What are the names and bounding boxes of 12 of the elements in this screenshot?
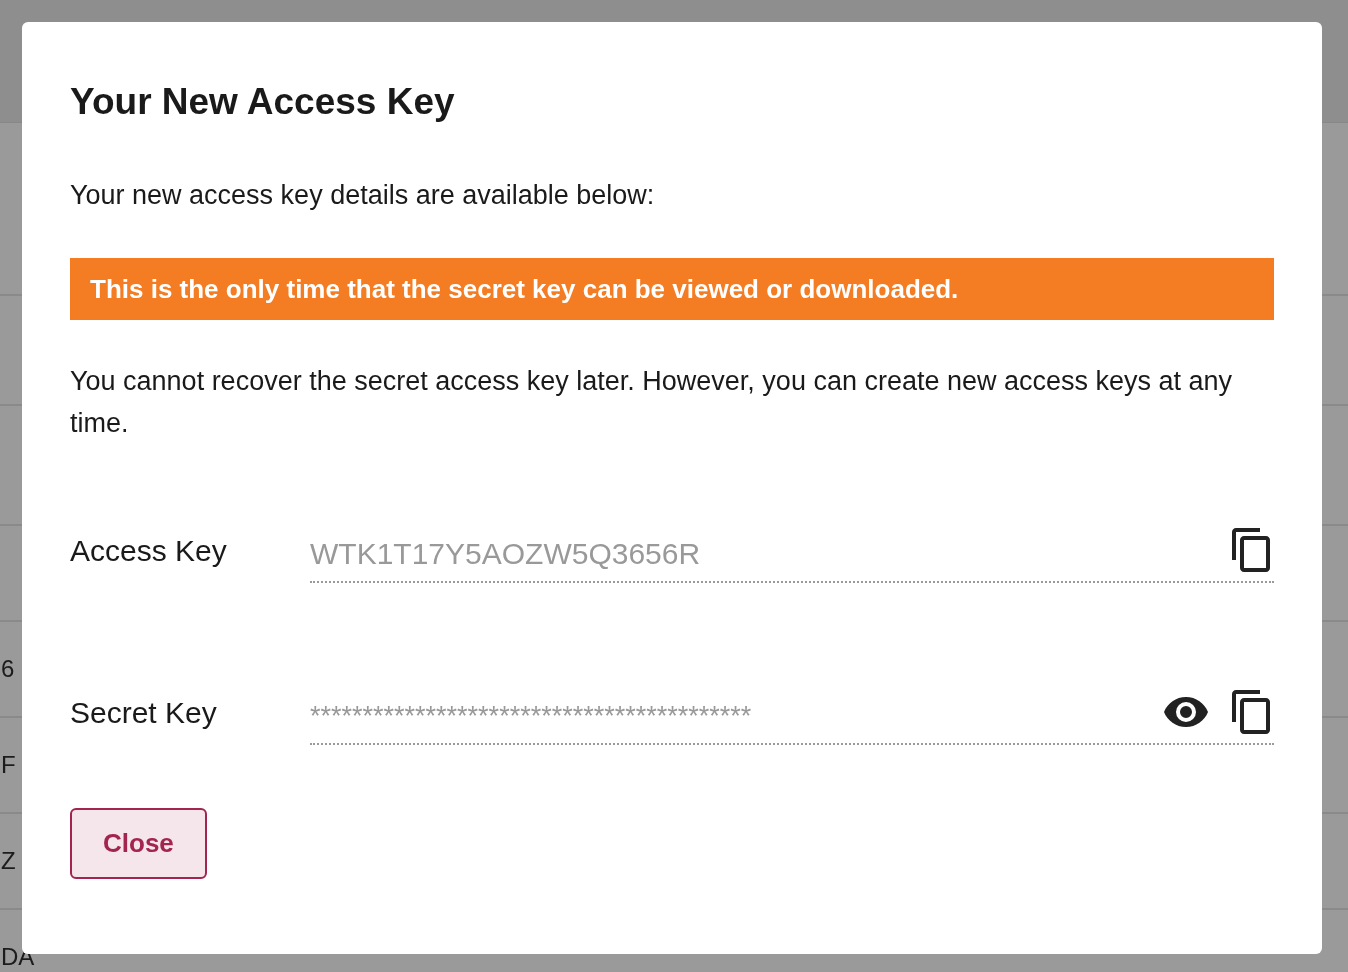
field-label: Secret Key bbox=[70, 696, 218, 730]
warning-banner: This is the only time that the secret key can be viewed or downloaded. bbox=[70, 258, 1274, 320]
key-field[interactable]: ****************************************** bbox=[310, 681, 1274, 745]
field-label: Access Key bbox=[70, 534, 228, 568]
note-text: You cannot recover the secret access key later. However, you can create new access keys at any time. bbox=[70, 365, 1234, 440]
table-cell: F bbox=[1, 751, 16, 779]
table-cell: 6 bbox=[1, 655, 15, 683]
table-cell: Z bbox=[1, 847, 16, 875]
key-field[interactable]: WTK1T17Y5AOZW5Q3656R bbox=[310, 519, 1274, 583]
dialog-title: Your New Access Key bbox=[70, 80, 456, 124]
intro-text: Your new access key details are available below: bbox=[70, 179, 656, 212]
close-button[interactable]: Close bbox=[70, 808, 207, 879]
